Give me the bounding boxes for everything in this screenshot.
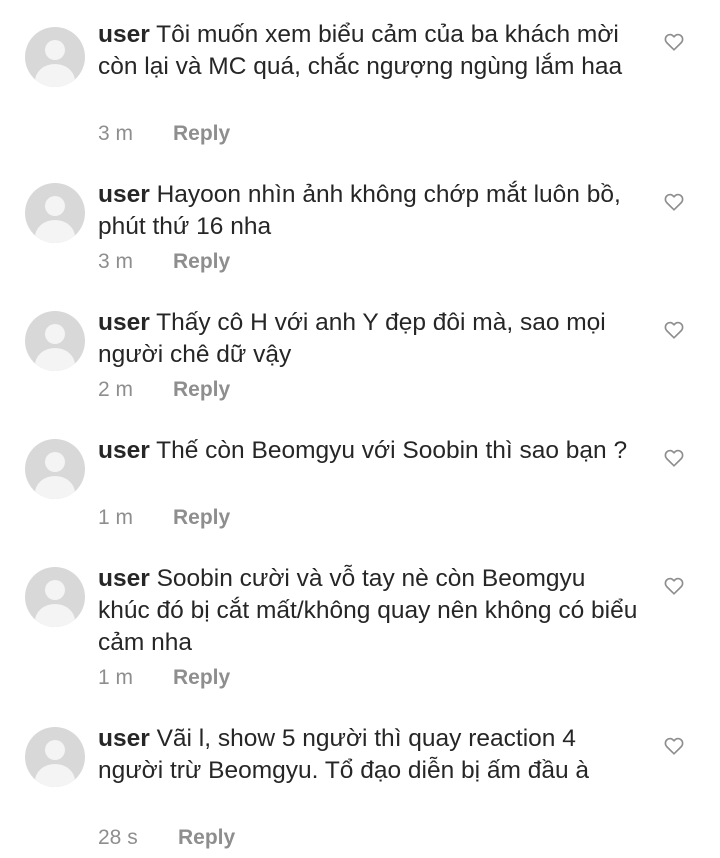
comment-text: user Tôi muốn xem biểu cảm của ba khách … xyxy=(98,19,643,83)
comment-username[interactable]: user xyxy=(98,565,150,592)
comment-meta: 28 s Reply xyxy=(98,825,235,851)
reply-button[interactable]: Reply xyxy=(173,505,230,531)
comment-body: Thế còn Beomgyu với Soobin thì sao bạn ? xyxy=(156,437,628,464)
heart-icon[interactable] xyxy=(663,735,685,757)
comment-text: user Thế còn Beomgyu với Soobin thì sao … xyxy=(98,435,643,467)
avatar[interactable] xyxy=(25,27,85,87)
comment-meta: 1 m Reply xyxy=(98,665,230,691)
comment-username[interactable]: user xyxy=(98,309,150,336)
comment-text: user Vãi l, show 5 người thì quay reacti… xyxy=(98,723,643,787)
comment-time: 3 m xyxy=(98,122,134,145)
avatar[interactable] xyxy=(25,183,85,243)
heart-icon[interactable] xyxy=(663,575,685,597)
comment-username[interactable]: user xyxy=(98,725,150,752)
comment-body: Tôi muốn xem biểu cảm của ba khách mời c… xyxy=(98,21,623,80)
heart-icon[interactable] xyxy=(663,191,685,213)
avatar[interactable] xyxy=(25,727,85,787)
reply-button[interactable]: Reply xyxy=(173,665,230,691)
comment-body: Vãi l, show 5 người thì quay reaction 4 … xyxy=(98,725,590,784)
comment-time: 28 s xyxy=(98,826,138,849)
heart-icon[interactable] xyxy=(663,31,685,53)
avatar[interactable] xyxy=(25,439,85,499)
comment-username[interactable]: user xyxy=(98,21,150,48)
comment-body: Soobin cười và vỗ tay nè còn Beomgyu khú… xyxy=(98,565,638,656)
comment-username[interactable]: user xyxy=(98,437,150,464)
reply-button[interactable]: Reply xyxy=(173,377,230,403)
comment-time: 1 m xyxy=(98,666,134,689)
comment-body: Thấy cô H với anh Y đẹp đôi mà, sao mọi … xyxy=(98,309,606,368)
avatar[interactable] xyxy=(25,567,85,627)
heart-icon[interactable] xyxy=(663,319,685,341)
heart-icon[interactable] xyxy=(663,447,685,469)
comment-text: user Soobin cười và vỗ tay nè còn Beomgy… xyxy=(98,563,643,659)
comment-meta: 2 m Reply xyxy=(98,377,230,403)
reply-button[interactable]: Reply xyxy=(173,249,230,275)
avatar[interactable] xyxy=(25,311,85,371)
comment-meta: 3 m Reply xyxy=(98,249,230,275)
comment-text: user Thấy cô H với anh Y đẹp đôi mà, sao… xyxy=(98,307,643,371)
comment-time: 2 m xyxy=(98,378,134,401)
reply-button[interactable]: Reply xyxy=(173,121,230,147)
comment-username[interactable]: user xyxy=(98,181,150,208)
comment-body: Hayoon nhìn ảnh không chớp mắt luôn bồ, … xyxy=(98,181,621,240)
comment-time: 1 m xyxy=(98,506,134,529)
reply-button[interactable]: Reply xyxy=(178,825,235,851)
comment-meta: 3 m Reply xyxy=(98,121,230,147)
comment-time: 3 m xyxy=(98,250,134,273)
comment-meta: 1 m Reply xyxy=(98,505,230,531)
comment-text: user Hayoon nhìn ảnh không chớp mắt luôn… xyxy=(98,179,643,243)
